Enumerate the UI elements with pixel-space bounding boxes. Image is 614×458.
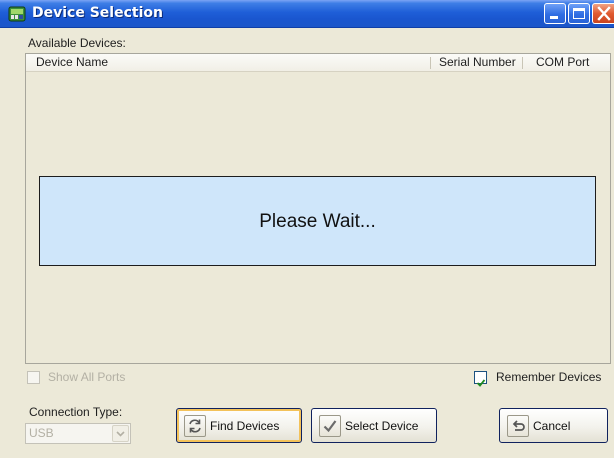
minimize-button[interactable]	[544, 3, 566, 24]
app-icon	[8, 5, 26, 23]
undo-icon	[507, 415, 529, 437]
checkmark-icon	[476, 373, 486, 387]
device-list-header: Device Name Serial Number COM Port	[26, 54, 610, 72]
available-devices-label: Available Devices:	[28, 36, 126, 50]
connection-type-value: USB	[29, 426, 54, 440]
please-wait-message: Please Wait...	[259, 211, 376, 232]
title-bar[interactable]: Device Selection	[0, 0, 614, 28]
remember-devices-checkbox[interactable]	[474, 371, 487, 387]
checkmark-icon	[319, 415, 341, 437]
window-title: Device Selection	[32, 5, 163, 21]
show-all-ports-label: Show All Ports	[48, 370, 126, 384]
select-device-button[interactable]: Select Device	[311, 408, 437, 443]
find-devices-label: Find Devices	[210, 419, 280, 433]
chevron-down-icon[interactable]	[112, 425, 129, 442]
device-selection-window: Device Selection Available Devices: Devi…	[0, 0, 614, 458]
column-header-com-port[interactable]: COM Port	[536, 54, 589, 71]
show-all-ports-checkbox[interactable]	[27, 371, 40, 384]
refresh-icon	[184, 415, 206, 437]
maximize-button[interactable]	[568, 3, 590, 24]
column-header-device-name[interactable]: Device Name	[36, 54, 108, 71]
remember-devices-label[interactable]: Remember Devices	[496, 370, 601, 384]
column-divider[interactable]	[522, 57, 523, 69]
cancel-label: Cancel	[533, 419, 571, 433]
connection-type-select[interactable]: USB	[25, 423, 131, 444]
connection-type-label: Connection Type:	[29, 405, 123, 419]
column-divider[interactable]	[430, 57, 431, 69]
cancel-button[interactable]: Cancel	[499, 408, 608, 443]
close-icon	[597, 6, 611, 21]
select-device-label: Select Device	[345, 419, 419, 433]
column-header-serial-number[interactable]: Serial Number	[439, 54, 516, 71]
maximize-icon	[573, 8, 585, 19]
minimize-icon	[550, 16, 558, 19]
please-wait-panel: Please Wait...	[39, 176, 596, 266]
find-devices-button[interactable]: Find Devices	[176, 408, 302, 443]
close-button[interactable]	[592, 3, 614, 24]
